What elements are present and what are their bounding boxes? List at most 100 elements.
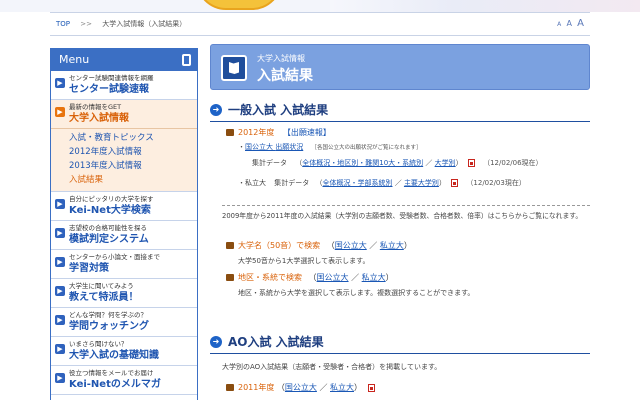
ao-section-heading: ➜ AO入試 入試結果 — [210, 334, 590, 354]
breadcrumb-home-link[interactable]: TOP — [56, 20, 70, 28]
summary-label: 集計データ — [252, 159, 287, 167]
submenu-2012[interactable]: 2012年度入試情報 — [69, 145, 197, 159]
sidebar-submenu: 入試・教育トピックス 2012年度入試情報 2013年度入試情報 入試結果 — [51, 129, 197, 192]
summary-overview-link[interactable]: 全体概況・地区別・難関10大・系統別 — [302, 159, 423, 167]
national-note: ［各国公立大の出願状況がご覧になれます］ — [311, 145, 422, 151]
sidebar-item-study[interactable]: ▶ センターから小論文・面接まで 学習対策 — [51, 250, 197, 279]
arrow-icon: ▶ — [55, 257, 65, 267]
sidebar-item-caption: 最新の情報をGET — [69, 103, 122, 111]
private-label: 私立大 — [245, 179, 266, 187]
bracket-label: 【出願速報】 — [282, 128, 331, 137]
general-heading: 一般入試 入試結果 — [228, 103, 329, 117]
breadcrumb-separator: >> — [80, 20, 92, 28]
page-banner: 大学入試情報 入試結果 — [210, 44, 590, 90]
pdf-icon — [467, 159, 475, 167]
font-medium-button[interactable]: A — [566, 19, 571, 28]
update-date: （12/02/06現在） — [483, 159, 543, 167]
sidebar-item-label: 模試判定システム — [69, 234, 149, 245]
sidebar-item-admission-info[interactable]: ▶ 最新の情報をGET 大学入試情報 — [51, 100, 197, 129]
arrow-icon: ▶ — [55, 344, 65, 354]
ao-national-link[interactable]: 国公立大 — [285, 383, 317, 392]
sidebar-item-correspondent[interactable]: ▶ 大学生に聞いてみよう 教えて特派員！ — [51, 279, 197, 308]
arrow-icon: ▶ — [55, 78, 65, 88]
sidebar-item-mock-exam[interactable]: ▶ 志望校の合格可能性を探る 模試判定システム — [51, 221, 197, 250]
summary-by-univ-link[interactable]: 大学別 — [435, 159, 456, 167]
sidebar-item-caption: いまさら聞けない？ — [69, 340, 128, 348]
search-area-national-link[interactable]: 国公立大 — [317, 273, 349, 282]
sidebar-item-label: 大学入試の基礎知識 — [69, 350, 159, 361]
search-name-national-link[interactable]: 国公立大 — [335, 241, 367, 250]
search-by-name-row: 大学名（50音）で検索 （国公立大 ／ 私立大） — [226, 240, 412, 251]
sidebar-item-caption: センター試験関連情報を網羅 — [69, 74, 154, 82]
ao-year-label: 2011年度 — [238, 383, 275, 392]
font-small-button[interactable]: A — [557, 21, 561, 28]
sidebar-item-academics[interactable]: ▶ どんな学問？何を学ぶの？ 学問ウォッチング — [51, 308, 197, 337]
heading-rule — [210, 353, 590, 354]
header-banner — [0, 0, 640, 12]
sidebar-menu: Menu ▶ センター試験関連情報を網羅 センター試験速報 ▶ 最新の情報をGE… — [50, 48, 198, 400]
heading-rule — [210, 121, 590, 122]
sidebar-item-label: Kei-Net大学検索 — [69, 205, 151, 216]
book-icon — [226, 384, 234, 391]
ao-private-link[interactable]: 私立大 — [330, 383, 354, 392]
update-date: （12/02/03現在） — [466, 179, 526, 187]
search-by-area-label: 地区・系統で検索 — [238, 273, 302, 282]
sidebar-item-univ-search[interactable]: ▶ 自分にピッタリの大学を探す Kei-Net大学検索 — [51, 192, 197, 221]
private-overview-link[interactable]: 全体概況・学部系統別 — [322, 179, 392, 187]
arrow-icon: ▶ — [55, 315, 65, 325]
ao-intro: 大学別のAO入試結果（志願者・受験者・合格者）を掲載しています。 — [222, 363, 442, 371]
pdf-icon — [451, 179, 459, 187]
submenu-results[interactable]: 入試結果 — [69, 173, 197, 187]
private-summary-row: ・私立大 集計データ （全体概況・学部系統別 ／ 主要大学別） （12/02/0… — [238, 179, 526, 187]
search-by-name-label: 大学名（50音）で検索 — [238, 241, 321, 250]
breadcrumb: TOP >> 大学入試情報（入試結果） A A A — [50, 12, 590, 36]
national-status-link[interactable]: 国公立大 出願状況 — [245, 143, 303, 151]
sidebar-item-center-exam[interactable]: ▶ センター試験関連情報を網羅 センター試験速報 — [51, 71, 197, 100]
breadcrumb-current: 大学入試情報（入試結果） — [102, 20, 187, 28]
book-icon — [226, 129, 234, 136]
sidebar-item-label: 大学入試情報 — [69, 113, 129, 124]
summary-label: 集計データ — [274, 179, 310, 187]
header-illustration — [330, 0, 640, 12]
dashed-divider — [222, 196, 590, 206]
menu-title: Menu — [59, 53, 90, 66]
national-summary-row: 集計データ （全体概況・地区別・難関10大・系統別 ／ 大学別） （12/02/… — [252, 159, 543, 167]
arrow-circle-icon: ➜ — [210, 104, 222, 116]
sidebar-item-label: 学問ウォッチング — [69, 321, 149, 332]
font-large-button[interactable]: A — [577, 18, 584, 29]
arrow-icon: ▶ — [55, 199, 65, 209]
arrow-icon: ▶ — [55, 228, 65, 238]
ao-year-row: 2011年度 （国公立大 ／ 私立大） — [226, 382, 375, 393]
arrow-icon: ▶ — [55, 107, 65, 117]
main-content: 大学入試情報 入試結果 — [210, 44, 590, 90]
banner-subtitle: 大学入試情報 — [257, 54, 305, 63]
sidebar-item-label: 学習対策 — [69, 263, 109, 274]
menu-header: Menu — [51, 49, 197, 71]
search-name-private-link[interactable]: 私立大 — [380, 241, 404, 250]
sidebar-item-caption: センターから小論文・面接まで — [69, 253, 160, 261]
year-label: 2012年度 — [238, 128, 275, 137]
sidebar-item-caption: 役立つ情報をメールでお届け — [69, 369, 154, 377]
ao-heading: AO入試 入試結果 — [228, 335, 324, 349]
national-status-row: ・国公立大 出願状況 ［各国公立大の出願状況がご覧になれます］ — [238, 143, 422, 151]
submenu-topics[interactable]: 入試・教育トピックス — [69, 131, 197, 145]
book-icon — [226, 242, 234, 249]
sidebar-item-caption: 自分にピッタリの大学を探す — [69, 195, 154, 203]
submenu-2013[interactable]: 2013年度入試情報 — [69, 159, 197, 173]
sidebar-item-label: 教えて特派員！ — [69, 292, 139, 303]
mobile-icon — [182, 54, 191, 66]
sidebar-item-caption: 大学生に聞いてみよう — [69, 282, 134, 290]
header-logo-arc — [196, 0, 282, 10]
sidebar-item-label: センター試験速報 — [69, 84, 149, 95]
search-by-name-desc: 大学50音から1大学選択して表示します。 — [238, 257, 370, 265]
arrow-circle-icon: ➜ — [210, 336, 222, 348]
arrow-icon: ▶ — [55, 373, 65, 383]
search-by-area-row: 地区・系統で検索 （国公立大 ／ 私立大） — [226, 272, 394, 283]
private-major-link[interactable]: 主要大学別 — [404, 179, 439, 187]
sidebar-item-basics[interactable]: ▶ いまさら聞けない？ 大学入試の基礎知識 — [51, 337, 197, 366]
search-area-private-link[interactable]: 私立大 — [362, 273, 386, 282]
page-title: 入試結果 — [257, 68, 313, 84]
general-section-heading: ➜ 一般入試 入試結果 — [210, 102, 590, 122]
sidebar-item-newsletter[interactable]: ▶ 役立つ情報をメールでお届け Kei-Netのメルマガ — [51, 366, 197, 395]
font-size-switcher: A A A — [554, 13, 584, 36]
